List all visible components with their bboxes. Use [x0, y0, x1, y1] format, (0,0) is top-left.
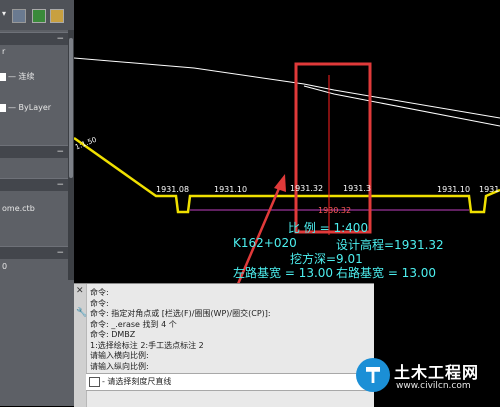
- section-header-plot[interactable]: −: [0, 178, 68, 191]
- wrench-icon[interactable]: 🔧: [76, 308, 87, 318]
- palette-toolbar: ▾: [0, 0, 74, 30]
- civilcn-logo-icon: [356, 358, 390, 392]
- ground-line-lower: [303, 85, 500, 127]
- toggle-pickadd-icon[interactable]: [32, 9, 46, 23]
- callout-arrowhead: [274, 174, 286, 192]
- elevation-tick: 1931.08: [156, 185, 190, 194]
- road-section-line: [74, 136, 500, 214]
- elevation-tick: 1931.08: [479, 185, 500, 194]
- property-row-lineweight[interactable]: — ByLayer: [0, 100, 68, 116]
- layer-icon[interactable]: [12, 9, 26, 23]
- watermark-url: www.civilcn.com: [396, 381, 471, 391]
- section-header-3d[interactable]: −: [0, 145, 68, 158]
- elevation-tick: 1931.10: [214, 185, 248, 194]
- command-history-line: 请输入纵向比例:: [90, 361, 149, 371]
- centerline-elevation: 1930.32: [318, 206, 352, 215]
- property-row-plotstyle[interactable]: ome.ctb: [0, 201, 68, 217]
- command-history-line: 命令:: [90, 298, 109, 308]
- right-width-info: 右路基宽 = 13.00: [336, 266, 437, 280]
- property-row[interactable]: r: [0, 44, 68, 60]
- watermark-title: 土木工程网: [394, 363, 480, 382]
- elevation-tick: 1931.32: [290, 184, 324, 193]
- left-width-info: 左路基宽 = 13.00: [233, 266, 334, 280]
- command-prompt-icon[interactable]: [89, 377, 100, 387]
- command-history-line: 命令: DMBZ: [90, 330, 136, 339]
- properties-palette: ▾ − r — 连续 — ByLayer − − ome.ctb − 0: [0, 0, 74, 406]
- section-header-view[interactable]: −: [0, 246, 68, 259]
- command-history-line: 命令:: [90, 288, 109, 297]
- lineweight-swatch: [0, 104, 6, 112]
- command-prompt-text: - 请选择刻度尺直线: [102, 377, 172, 386]
- site-watermark: 土木工程网 www.civilcn.com: [350, 352, 500, 406]
- property-row-linetype[interactable]: — 连续: [0, 69, 68, 85]
- scale-info: 比 例 = 1:400: [288, 221, 369, 235]
- close-icon[interactable]: ✕: [76, 287, 84, 296]
- command-history-line: 命令: 指定对角点或 [栏选(F)/圈围(WP)/圈交(CP)]:: [90, 309, 271, 318]
- command-history-line: 1:选择绘标注 2:手工选点标注 2: [90, 340, 204, 350]
- elevation-tick: 1931.10: [437, 185, 471, 194]
- station-info: K162+020: [233, 236, 297, 250]
- command-history-line: 请输入横向比例:: [90, 351, 149, 360]
- linetype-swatch: [0, 73, 6, 81]
- elevation-tick: 1931.3: [343, 184, 371, 193]
- command-history: 命令: 命令: 命令: 指定对角点或 [栏选(F)/圈围(WP)/圈交(CP)]…: [90, 288, 372, 372]
- command-window: ✕ 🔧 命令: 命令: 命令: 指定对角点或 [栏选(F)/圈围(WP)/圈交(…: [74, 283, 374, 407]
- select-objects-icon[interactable]: [50, 9, 64, 23]
- property-row-view[interactable]: 0: [0, 259, 68, 275]
- scrollbar-thumb[interactable]: [69, 38, 73, 178]
- command-history-line: 命令: _.erase 找到 4 个: [90, 319, 177, 329]
- command-input[interactable]: - 请选择刻度尺直线: [86, 373, 374, 391]
- ground-line-upper: [74, 57, 500, 119]
